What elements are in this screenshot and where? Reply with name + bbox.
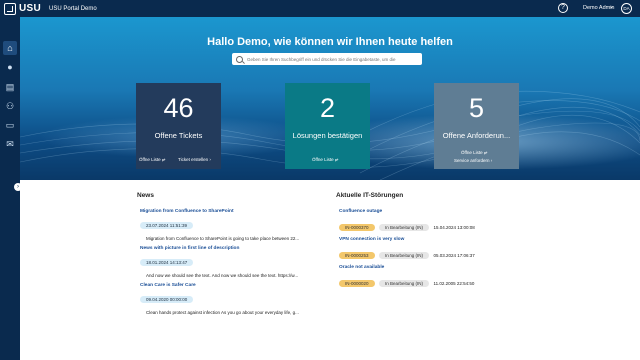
tile-confirm-solutions[interactable]: 2 Lösungen bestätigen Öffne Liste ⥂: [285, 83, 370, 169]
inbox-icon[interactable]: ▭: [3, 118, 17, 132]
incident-item[interactable]: VPN connection is very slow IN-0000253 I…: [339, 237, 475, 262]
sidebar: ⌂ ● ▤ ⚇ ▭ ✉ ›: [0, 17, 22, 360]
sidebar-expand-icon[interactable]: ›: [14, 183, 22, 191]
incident-id: IN-0000370: [339, 224, 375, 231]
news-date: 09.04.2020 00:00:00: [140, 296, 194, 303]
chevron-down-icon[interactable]: ⌄: [609, 3, 614, 10]
news-title[interactable]: News with picture in first line of descr…: [140, 246, 298, 251]
open-list-link[interactable]: Öffne Liste ⥂: [312, 157, 339, 162]
incident-item[interactable]: Confluence outage IN-0000370 In Bearbeit…: [339, 209, 475, 234]
list-icon[interactable]: ▤: [3, 80, 17, 94]
help-icon[interactable]: ?: [558, 3, 568, 13]
home-icon[interactable]: ⌂: [3, 41, 17, 55]
search-bar[interactable]: [232, 53, 422, 65]
tile-count: 46: [163, 93, 194, 123]
request-service-link[interactable]: Service anfordern ›: [454, 158, 492, 163]
news-excerpt: Migration from Confluence to SharePoint …: [146, 236, 300, 241]
incident-date: 15.04.2024 13:00:08: [433, 225, 475, 230]
incident-status: In Bearbeitung (IN): [378, 280, 430, 287]
search-icon: [236, 55, 243, 63]
avatar[interactable]: DA: [621, 3, 632, 14]
usu-logo[interactable]: USU: [4, 2, 42, 15]
tile-count: 5: [468, 93, 485, 123]
person-icon[interactable]: ●: [3, 60, 17, 74]
incidents-heading: Aktuelle IT-Störungen: [336, 192, 404, 199]
open-list-link[interactable]: Öffne Liste ⥂: [461, 150, 488, 155]
tile-label: Lösungen bestätigen: [292, 131, 363, 140]
news-item[interactable]: News with picture in first line of descr…: [140, 246, 298, 278]
incident-id: IN-0000020: [339, 280, 375, 287]
brand-name: USU: [19, 3, 42, 14]
news-excerpt: Clean hands protect against infection As…: [146, 310, 299, 315]
tile-open-requests[interactable]: 5 Offene Anforderun... Öffne Liste ⥂ Ser…: [434, 83, 519, 169]
news-date: 18.01.2024 14:13:47: [140, 259, 194, 266]
logo-icon: [4, 2, 16, 15]
tile-label: Offene Anforderun...: [442, 131, 511, 140]
top-bar: USU USU Portal Demo ? Demo Admin ⌄ DA: [0, 0, 640, 17]
news-heading: News: [137, 192, 154, 199]
incident-item[interactable]: Oracle not available IN-0000020 In Bearb…: [339, 265, 474, 290]
news-title[interactable]: Clean Care is Safer Care: [140, 283, 299, 288]
incident-status: In Bearbeitung (IN): [378, 252, 430, 259]
incident-date: 05.03.2024 17:06:37: [433, 253, 475, 258]
create-ticket-link[interactable]: Ticket erstellen ›: [178, 157, 211, 162]
news-date: 23.07.2024 11:51:39: [140, 222, 193, 229]
user-outline-icon[interactable]: ⚇: [3, 99, 17, 113]
tile-open-tickets[interactable]: 46 Offene Tickets Öffne Liste ⥂ Ticket e…: [136, 83, 221, 169]
news-item[interactable]: Migration from Confluence to SharePoint …: [140, 209, 299, 241]
tile-count: 2: [319, 93, 336, 123]
hero-banner: Hallo Demo, wie können wir Ihnen heute h…: [20, 17, 640, 180]
news-excerpt: And now we should see the text. And now …: [146, 273, 299, 278]
news-item[interactable]: Clean Care is Safer Care 09.04.2020 00:0…: [140, 283, 299, 315]
mail-icon[interactable]: ✉: [3, 137, 17, 151]
incident-title[interactable]: Confluence outage: [339, 209, 475, 214]
incident-date: 11.02.2005 22:54:50: [433, 281, 475, 286]
incident-id: IN-0000253: [339, 252, 375, 259]
search-input[interactable]: [247, 56, 417, 62]
app-title: USU Portal Demo: [49, 5, 97, 12]
incident-title[interactable]: Oracle not available: [339, 265, 474, 270]
incident-title[interactable]: VPN connection is very slow: [339, 237, 475, 242]
news-title[interactable]: Migration from Confluence to SharePoint: [140, 209, 299, 214]
open-list-link[interactable]: Öffne Liste ⥂: [139, 157, 166, 162]
incident-status: In Bearbeitung (IN): [378, 224, 430, 231]
tile-label: Offene Tickets: [154, 131, 203, 140]
hero-title: Hallo Demo, wie können wir Ihnen heute h…: [207, 36, 453, 48]
